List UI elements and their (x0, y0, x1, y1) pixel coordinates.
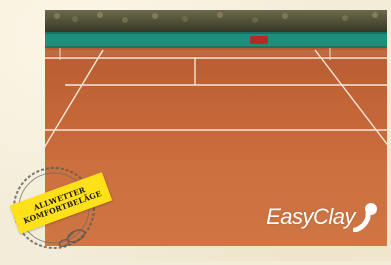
easyclay-logo: EasyClay (266, 202, 379, 232)
windscreen (45, 32, 387, 48)
allwetter-seal: ALLWETTER KOMFORTBELÄGE (4, 160, 114, 260)
umpire-chair (250, 36, 268, 44)
ball-swoosh-icon (353, 203, 377, 232)
brand-name: EasyClay (266, 204, 355, 229)
